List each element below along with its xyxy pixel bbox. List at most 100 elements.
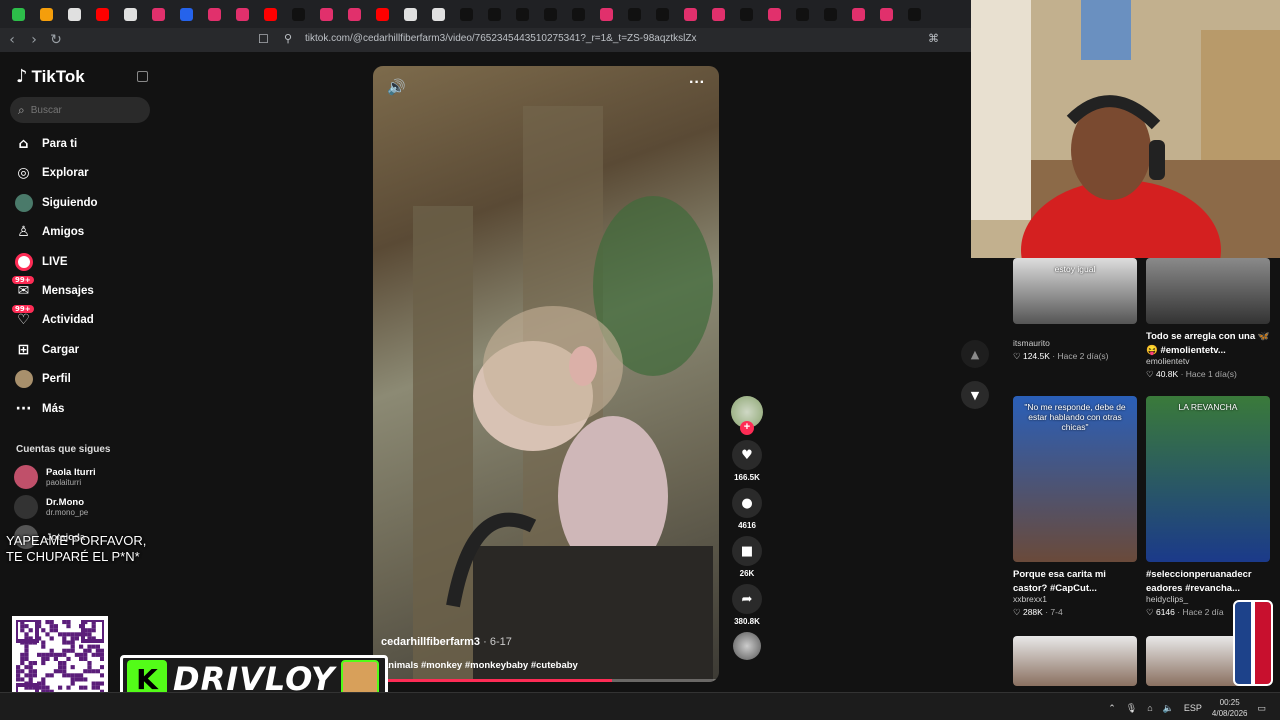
nav-item-mensajes[interactable]: ✉ 99+ Mensajes [12,275,94,303]
browser-tab[interactable] [872,0,900,28]
browser-tab[interactable] [620,0,648,28]
search-icon: ⌕ [18,102,25,117]
nav-item-parati[interactable]: ⌂ Para ti [14,132,77,156]
volume-tray-icon[interactable]: 🔈 [1163,703,1174,714]
browser-tab[interactable] [844,0,872,28]
nav-item-amigos[interactable]: ♙ Amigos [14,220,84,244]
translate-icon[interactable]: ⌘ [928,32,939,45]
more-icon: ··· [15,400,32,417]
related-thumbnail[interactable] [1013,636,1137,686]
related-likes: ♡ 6146 [1146,607,1175,617]
related-author[interactable]: itsmaurito [1013,338,1050,348]
follow-plus-icon[interactable]: + [740,421,754,435]
browser-tab[interactable] [760,0,788,28]
browser-tab[interactable] [4,0,32,28]
related-title[interactable]: Todo se arregla con una 🦋😝 #emolientetv.… [1146,330,1270,358]
browser-tab[interactable] [592,0,620,28]
related-likes: ♡ 124.5K [1013,351,1050,361]
video-author[interactable]: cedarhillfiberfarm3 · 6-17 [381,636,512,648]
nav-item-ms[interactable]: ··· Más [14,397,65,421]
browser-tab[interactable] [256,0,284,28]
browser-tab[interactable] [732,0,760,28]
following-account[interactable]: Dr.Mono dr.mono_pe [14,495,88,519]
nav-item-cargar[interactable]: ⊞ Cargar [14,338,79,362]
share-button[interactable]: ➦ [732,584,762,614]
browser-tab[interactable] [172,0,200,28]
author-avatar[interactable]: + [731,396,763,435]
nav-item-siguiendo[interactable]: Siguiendo [14,191,98,215]
back-icon[interactable]: ‹ [2,30,22,50]
browser-tab[interactable] [116,0,144,28]
nav-item-perfil[interactable]: Perfil [14,367,71,391]
site-info-icon[interactable]: ⚲ [284,32,292,45]
url-field[interactable]: tiktok.com/@cedarhillfiberfarm3/video/76… [305,33,697,44]
language-indicator[interactable]: ESP [1184,703,1202,713]
video-progress-bar[interactable] [373,679,719,682]
browser-tab[interactable] [144,0,172,28]
more-options-icon[interactable]: ··· [689,74,705,92]
reload-icon[interactable]: ↻ [46,30,66,50]
forward-icon[interactable]: › [24,30,44,50]
related-author[interactable]: heidyclips_ [1146,594,1188,604]
browser-tab[interactable] [536,0,564,28]
notification-icon[interactable]: ▭ [1257,703,1266,714]
bookmark-icon[interactable]: ☐ [258,32,272,46]
nav-item-explorar[interactable]: ◎ Explorar [14,161,88,185]
browser-tab[interactable] [564,0,592,28]
next-video-button[interactable]: ▼ [961,381,989,409]
comment-button[interactable]: ● [732,488,762,518]
browser-tab[interactable] [452,0,480,28]
related-thumbnail[interactable]: "No me responde, debe de estar hablando … [1013,396,1137,562]
save-button[interactable]: ■ [732,536,762,566]
upload-icon: ⊞ [17,341,30,358]
browser-tab[interactable] [368,0,396,28]
related-title[interactable]: Porque esa carita mi castor? #CapCut... [1013,568,1137,596]
related-title[interactable]: #seleccionperuanadecr eadores #revancha.… [1146,568,1270,596]
collapse-sidebar-icon[interactable] [137,71,148,82]
related-thumbnail[interactable] [1146,258,1270,324]
related-author[interactable]: emolientetv [1146,356,1189,366]
browser-tab[interactable] [508,0,536,28]
browser-tab[interactable] [424,0,452,28]
previous-video-button[interactable]: ▲ [961,340,989,368]
search-input[interactable] [30,104,131,116]
clock[interactable]: 00:25 4/08/2026 [1212,697,1248,719]
video-caption[interactable]: animals #monkey #monkeybaby #cutebaby [383,660,578,671]
related-author[interactable]: xxbrexx1 [1013,594,1047,604]
browser-tab[interactable] [396,0,424,28]
volume-icon[interactable]: 🔊 [387,78,406,96]
following-account[interactable]: Paola Iturri paolaiturri [14,465,96,489]
video-username[interactable]: cedarhillfiberfarm3 [381,636,480,648]
like-button[interactable]: ♥ [732,440,762,470]
browser-tab[interactable] [648,0,676,28]
related-thumbnail[interactable]: LA REVANCHA [1146,396,1270,562]
video-player[interactable]: 🔊 ··· cedarhillfiberfarm3 · 6-17 animals… [373,66,719,682]
related-thumbnail[interactable]: estoy igual [1013,258,1137,324]
tab-favicon-icon [711,7,725,21]
browser-tab[interactable] [60,0,88,28]
comment-icon: ● [741,495,753,511]
browser-tab[interactable] [788,0,816,28]
nav-item-live[interactable]: LIVE [14,250,68,274]
thumbnail-caption: "No me responde, debe de estar hablando … [1024,402,1126,432]
video-date: · 6-17 [483,636,512,648]
music-disc-icon[interactable] [733,632,761,660]
browser-tab[interactable] [284,0,312,28]
browser-tab[interactable] [32,0,60,28]
browser-tab[interactable] [88,0,116,28]
browser-tab[interactable] [900,0,928,28]
tiktok-logo[interactable]: ♪ TikTok [16,66,85,87]
search-box[interactable]: ⌕ [10,97,150,123]
browser-tab[interactable] [312,0,340,28]
browser-tab[interactable] [228,0,256,28]
browser-tab[interactable] [340,0,368,28]
network-icon[interactable]: ⌂ [1147,703,1152,713]
browser-tab[interactable] [676,0,704,28]
browser-tab[interactable] [200,0,228,28]
browser-tab[interactable] [480,0,508,28]
browser-tab[interactable] [816,0,844,28]
nav-item-actividad[interactable]: ♡ 99+ Actividad [12,304,94,332]
mic-icon[interactable]: 🎙 [1126,703,1137,714]
tray-chevron-icon[interactable]: ⌃ [1108,703,1116,714]
browser-tab[interactable] [704,0,732,28]
